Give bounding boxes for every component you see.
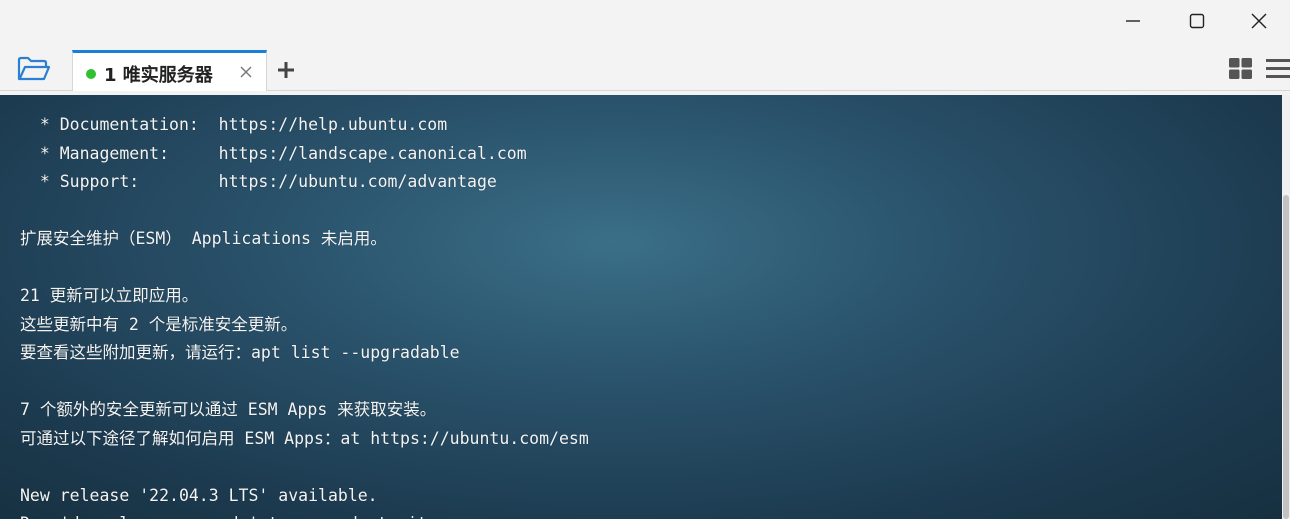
- minimize-button[interactable]: [1104, 0, 1162, 42]
- close-icon: [1251, 13, 1267, 29]
- tab-server[interactable]: 1 唯实服务器: [72, 50, 267, 91]
- terminal-scrollbar[interactable]: [1282, 95, 1290, 519]
- scrollbar-thumb[interactable]: [1283, 195, 1289, 519]
- title-bar: [0, 0, 1290, 42]
- terminal-line: 21 更新可以立即应用。: [20, 286, 199, 305]
- terminal-line: * Support: https://ubuntu.com/advantage: [20, 172, 497, 191]
- open-folder-button[interactable]: [14, 54, 54, 84]
- terminal-line: Run 'do-release-upgrade' to upgrade to i…: [20, 510, 589, 519]
- terminal-text: * Documentation: https://help.ubuntu.com…: [20, 111, 589, 519]
- window-close-button[interactable]: [1230, 0, 1288, 42]
- terminal-line: 扩展安全维护（ESM） Applications 未启用。: [20, 229, 387, 248]
- tab-close-icon[interactable]: [238, 64, 254, 80]
- terminal-window: 1 唯实服务器 * Documentation: https://help.ub…: [0, 0, 1290, 519]
- grid-icon[interactable]: [1228, 57, 1254, 81]
- terminal-line: 7 个额外的安全更新可以通过 ESM Apps 来获取安装。: [20, 400, 437, 419]
- minimize-icon: [1126, 20, 1140, 22]
- maximize-icon: [1189, 13, 1205, 29]
- terminal-line: 要查看这些附加更新，请运行：apt list --upgradable: [20, 343, 460, 362]
- terminal-line: 可通过以下途径了解如何启用 ESM Apps：at https://ubuntu…: [20, 428, 589, 448]
- maximize-button[interactable]: [1168, 0, 1226, 42]
- terminal-output[interactable]: * Documentation: https://help.ubuntu.com…: [0, 95, 1282, 519]
- tab-bar: 1 唯实服务器: [0, 42, 1290, 91]
- hamburger-icon[interactable]: [1264, 57, 1290, 81]
- terminal-line: New release '22.04.3 LTS' available.: [20, 485, 378, 505]
- connection-status-icon: [86, 69, 96, 79]
- folder-open-icon: [17, 56, 51, 81]
- tab-label: 1 唯实服务器: [104, 65, 213, 86]
- terminal-line: * Documentation: https://help.ubuntu.com: [20, 115, 448, 134]
- plus-icon[interactable]: [274, 58, 298, 82]
- terminal-line: * Management: https://landscape.canonica…: [20, 143, 527, 163]
- terminal-line: 这些更新中有 2 个是标准安全更新。: [20, 314, 298, 334]
